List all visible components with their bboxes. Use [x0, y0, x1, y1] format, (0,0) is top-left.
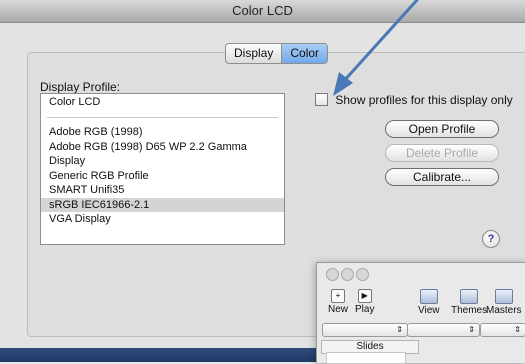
new-tool[interactable]: + New [328, 289, 348, 315]
view-icon [419, 289, 438, 304]
format-select[interactable]: ⇕ [322, 323, 408, 337]
themes-tool[interactable]: Themes [451, 289, 487, 316]
view-tool[interactable]: View [418, 289, 440, 316]
masters-label: Masters [486, 305, 522, 316]
select-arrow-icon: ⇕ [514, 325, 521, 334]
play-label: Play [355, 304, 375, 315]
slide-thumbnail[interactable] [326, 352, 406, 364]
plus-icon: + [331, 289, 345, 303]
masters-tool[interactable]: Masters [486, 289, 522, 316]
view-label: View [418, 305, 440, 316]
themes-icon [460, 289, 479, 304]
themes-label: Themes [451, 305, 488, 316]
close-button[interactable] [326, 268, 339, 281]
play-tool[interactable]: ▶ Play [355, 289, 374, 315]
masters-icon [494, 289, 513, 304]
minimize-button[interactable] [341, 268, 354, 281]
zoom-button[interactable] [356, 268, 369, 281]
desktop-background [0, 348, 316, 362]
play-icon: ▶ [357, 289, 372, 303]
select-arrow-icon: ⇕ [396, 325, 403, 334]
slides-tab-label: Slides [356, 341, 384, 352]
select-arrow-icon: ⇕ [468, 325, 475, 334]
format-select[interactable]: ⇕ [480, 323, 525, 337]
new-label: New [328, 304, 349, 315]
format-select[interactable]: ⇕ [407, 323, 480, 337]
